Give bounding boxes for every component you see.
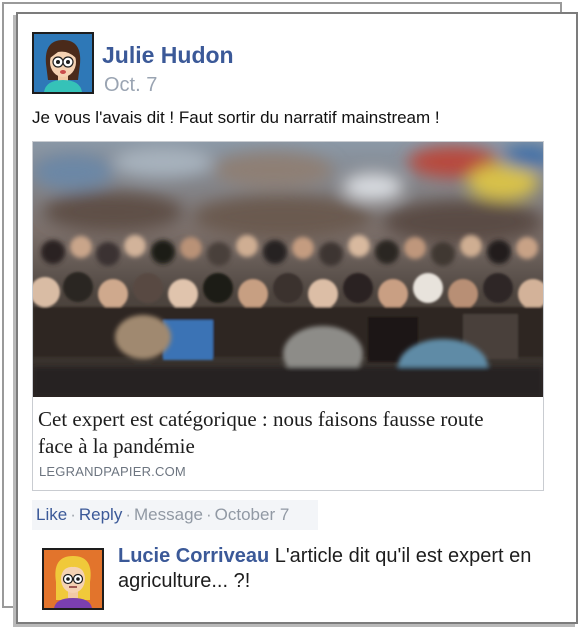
- comment-body: Lucie Corriveau L'article dit qu'il est …: [118, 544, 558, 594]
- reply-link[interactable]: Reply: [79, 505, 122, 524]
- crowd-photo[interactable]: [33, 142, 543, 397]
- link-domain: LEGRANDPAPIER.COM: [39, 464, 186, 479]
- comment-author-name[interactable]: Lucie Corriveau: [118, 545, 269, 567]
- link-title[interactable]: Cet expert est catégorique : nous faison…: [38, 406, 518, 460]
- action-date[interactable]: October 7: [215, 505, 290, 524]
- post-text: Je vous l'avais dit ! Faut sortir du nar…: [32, 108, 440, 127]
- comment-author-avatar-icon[interactable]: [42, 548, 104, 610]
- post-author-name[interactable]: Julie Hudon: [102, 42, 234, 69]
- shared-link-card[interactable]: Cet expert est catégorique : nous faison…: [32, 141, 544, 491]
- author-avatar-icon[interactable]: [32, 32, 94, 94]
- like-link[interactable]: Like: [36, 505, 67, 524]
- separator: ·: [125, 505, 131, 524]
- post-date[interactable]: Oct. 7: [104, 74, 157, 97]
- message-link[interactable]: Message: [134, 505, 203, 524]
- separator: ·: [205, 505, 212, 524]
- post-actions-bar: Like · Reply · Message · October 7: [32, 500, 318, 530]
- facebook-post-card: Julie Hudon Oct. 7 Je vous l'avais dit !…: [16, 12, 578, 624]
- separator: ·: [70, 505, 76, 524]
